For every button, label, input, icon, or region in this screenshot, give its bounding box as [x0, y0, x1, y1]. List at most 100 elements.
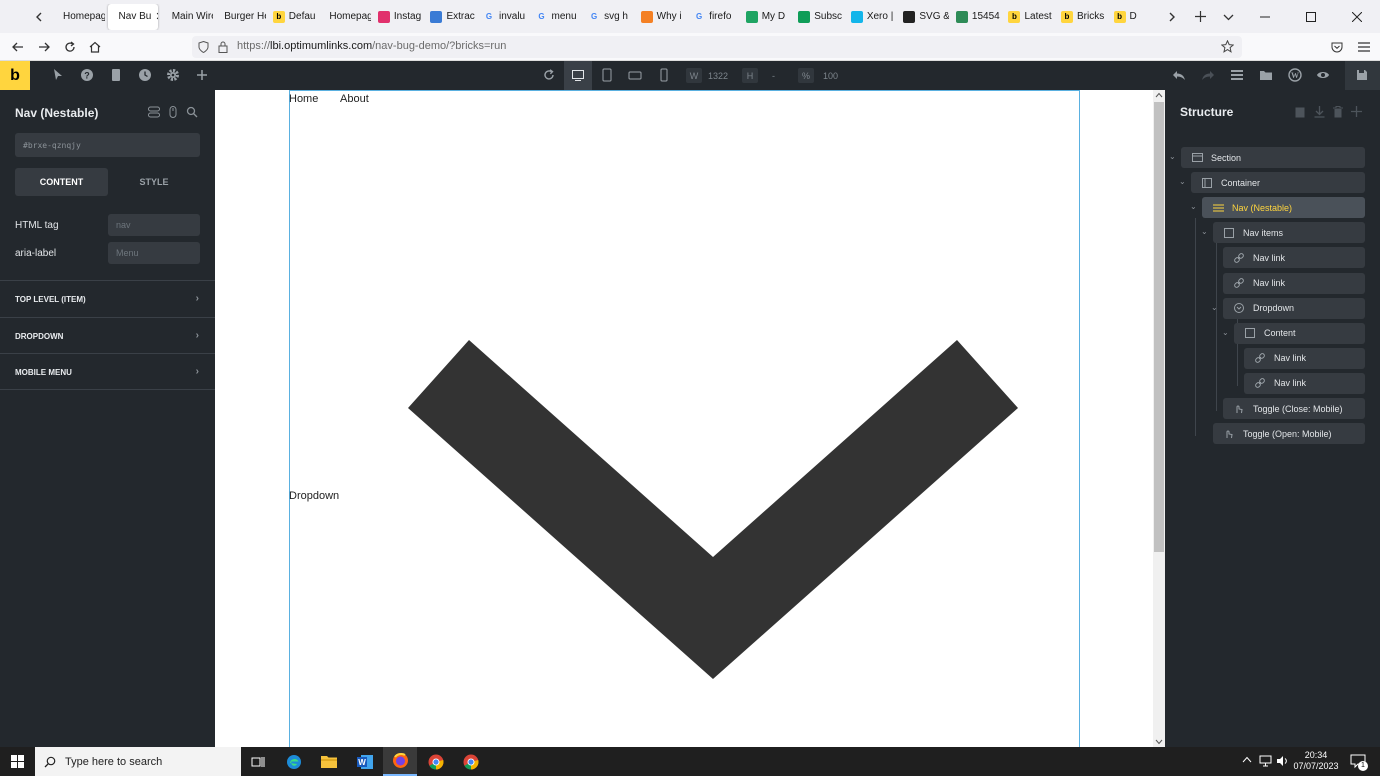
- tab-style[interactable]: STYLE: [108, 168, 200, 196]
- notifications-icon[interactable]: 1: [1350, 754, 1368, 771]
- browser-tab[interactable]: bD: [1107, 4, 1159, 30]
- file-explorer-icon[interactable]: [312, 747, 346, 776]
- browser-tab[interactable]: Nav Bu✕: [107, 3, 158, 30]
- bookmark-star-icon[interactable]: [1221, 40, 1234, 53]
- tab-content[interactable]: CONTENT: [15, 168, 108, 196]
- element-id-field[interactable]: #brxe-qznqjy: [15, 133, 200, 157]
- history-icon[interactable]: [138, 68, 152, 82]
- structure-item[interactable]: Nav items: [1213, 222, 1365, 244]
- browser-tab[interactable]: 15454: [949, 4, 1002, 30]
- browser-tab[interactable]: Why i: [634, 4, 687, 30]
- browser-tab[interactable]: Homepag: [52, 4, 105, 30]
- nav-link-about[interactable]: About: [340, 93, 369, 105]
- templates-folder-icon[interactable]: [1259, 68, 1273, 82]
- browser-tab[interactable]: My D: [739, 4, 792, 30]
- windows-start-icon[interactable]: [0, 747, 34, 776]
- home-icon[interactable]: [85, 37, 105, 57]
- settings-gear-icon[interactable]: [166, 68, 180, 82]
- chevron-down-icon[interactable]: ⌄: [1190, 202, 1197, 211]
- width-value[interactable]: 1322: [708, 68, 734, 83]
- expand-plus-icon[interactable]: [1351, 106, 1362, 117]
- maximize-window-icon[interactable]: [1288, 0, 1334, 33]
- browser-tab[interactable]: b Bricks: [1054, 4, 1107, 30]
- close-tab-icon[interactable]: ✕: [155, 10, 157, 23]
- structure-item[interactable]: Nav link: [1244, 347, 1365, 369]
- browser-tab[interactable]: Subsc: [791, 4, 844, 30]
- shield-icon[interactable]: [198, 41, 209, 53]
- structure-item[interactable]: Nav link: [1223, 272, 1365, 294]
- scrollbar-thumb[interactable]: [1154, 102, 1164, 552]
- structure-item[interactable]: Nav link: [1223, 247, 1365, 269]
- browser-tab[interactable]: Gsvg h: [581, 4, 634, 30]
- section-dropdown[interactable]: DROPDOWN ›: [0, 317, 215, 354]
- browser-tab[interactable]: Main Wire: [161, 4, 214, 30]
- breakpoint-mobile-landscape-icon[interactable]: [628, 68, 642, 82]
- save-button[interactable]: [1345, 61, 1380, 90]
- browser-tab[interactable]: Extrac: [423, 4, 476, 30]
- chevron-down-icon[interactable]: ⌄: [1169, 152, 1176, 161]
- firefox-icon[interactable]: [383, 747, 417, 776]
- breakpoint-desktop-button[interactable]: [564, 61, 592, 90]
- builder-canvas[interactable]: Home About Dropdown: [215, 90, 1153, 747]
- section-top-level-item[interactable]: TOP LEVEL (ITEM) ›: [0, 280, 215, 317]
- task-view-icon[interactable]: [241, 747, 275, 776]
- structure-layers-icon[interactable]: [1230, 68, 1244, 82]
- zoom-value[interactable]: 100: [823, 68, 847, 83]
- dropdown-toggle-text[interactable]: Dropdown: [289, 490, 339, 502]
- search-icon[interactable]: [186, 106, 198, 118]
- network-icon[interactable]: [1259, 755, 1272, 767]
- breakpoint-mobile-portrait-icon[interactable]: [657, 68, 671, 82]
- undo-icon[interactable]: [1172, 68, 1186, 82]
- chevron-down-icon[interactable]: ⌄: [1201, 227, 1208, 236]
- new-tab-icon[interactable]: [1187, 4, 1213, 30]
- browser-tab[interactable]: SVG &: [896, 4, 949, 30]
- lock-icon[interactable]: [218, 41, 228, 53]
- forward-arrow-icon[interactable]: [34, 37, 54, 57]
- chrome-icon[interactable]: [419, 747, 453, 776]
- height-value[interactable]: -: [772, 68, 786, 83]
- refresh-icon[interactable]: [542, 68, 556, 82]
- wordpress-icon[interactable]: W: [1288, 68, 1302, 82]
- structure-item[interactable]: Content: [1234, 322, 1365, 344]
- structure-item[interactable]: Nav (Nestable): [1202, 197, 1365, 219]
- pocket-icon[interactable]: [1327, 37, 1347, 57]
- structure-item[interactable]: Dropdown: [1223, 297, 1365, 319]
- hamburger-menu-icon[interactable]: [1354, 37, 1374, 57]
- browser-tab[interactable]: Burger He: [213, 4, 266, 30]
- html-tag-input[interactable]: nav: [108, 214, 200, 236]
- aria-label-input[interactable]: Menu: [108, 242, 200, 264]
- taskbar-clock[interactable]: 20:34 07/07/2023: [1286, 750, 1346, 772]
- cursor-icon[interactable]: [51, 68, 65, 82]
- chrome-icon[interactable]: [454, 747, 488, 776]
- trash-icon[interactable]: [1333, 106, 1343, 118]
- chevron-down-icon[interactable]: ⌄: [1222, 328, 1229, 337]
- back-arrow-icon[interactable]: [8, 37, 28, 57]
- taskbar-search-box[interactable]: Type here to search: [35, 747, 241, 776]
- chevron-down-icon[interactable]: [408, 340, 1020, 680]
- clipboard-icon[interactable]: [1295, 106, 1305, 118]
- preview-eye-icon[interactable]: [1316, 68, 1330, 82]
- toggle-settings-icon[interactable]: [148, 106, 160, 118]
- canvas-scrollbar[interactable]: [1153, 90, 1165, 747]
- browser-tab[interactable]: Gfirefo: [686, 4, 739, 30]
- help-icon[interactable]: ?: [80, 68, 94, 82]
- url-text[interactable]: https://lbi.optimumlinks.com/nav-bug-dem…: [237, 40, 506, 52]
- bricks-logo[interactable]: b: [0, 61, 30, 90]
- address-bar[interactable]: https://lbi.optimumlinks.com/nav-bug-dem…: [192, 36, 1242, 58]
- browser-tab[interactable]: b Latest: [1001, 4, 1054, 30]
- tab-list-dropdown-icon[interactable]: [1215, 4, 1241, 30]
- breakpoint-tablet-portrait-icon[interactable]: [600, 68, 614, 82]
- structure-item[interactable]: Container: [1191, 172, 1365, 194]
- minimize-window-icon[interactable]: [1242, 0, 1288, 33]
- reload-icon[interactable]: [60, 37, 80, 57]
- browser-tab[interactable]: b Defau: [266, 4, 319, 30]
- add-element-icon[interactable]: [195, 68, 209, 82]
- word-icon[interactable]: W: [348, 747, 382, 776]
- section-mobile-menu[interactable]: MOBILE MENU ›: [0, 353, 215, 390]
- tray-chevron-up-icon[interactable]: [1242, 756, 1252, 763]
- pages-icon[interactable]: [109, 68, 123, 82]
- structure-item[interactable]: Nav link: [1244, 372, 1365, 394]
- structure-item[interactable]: Section: [1181, 147, 1365, 168]
- chevron-down-icon[interactable]: ⌄: [1179, 177, 1186, 186]
- browser-tab[interactable]: Ginvalu: [476, 4, 529, 30]
